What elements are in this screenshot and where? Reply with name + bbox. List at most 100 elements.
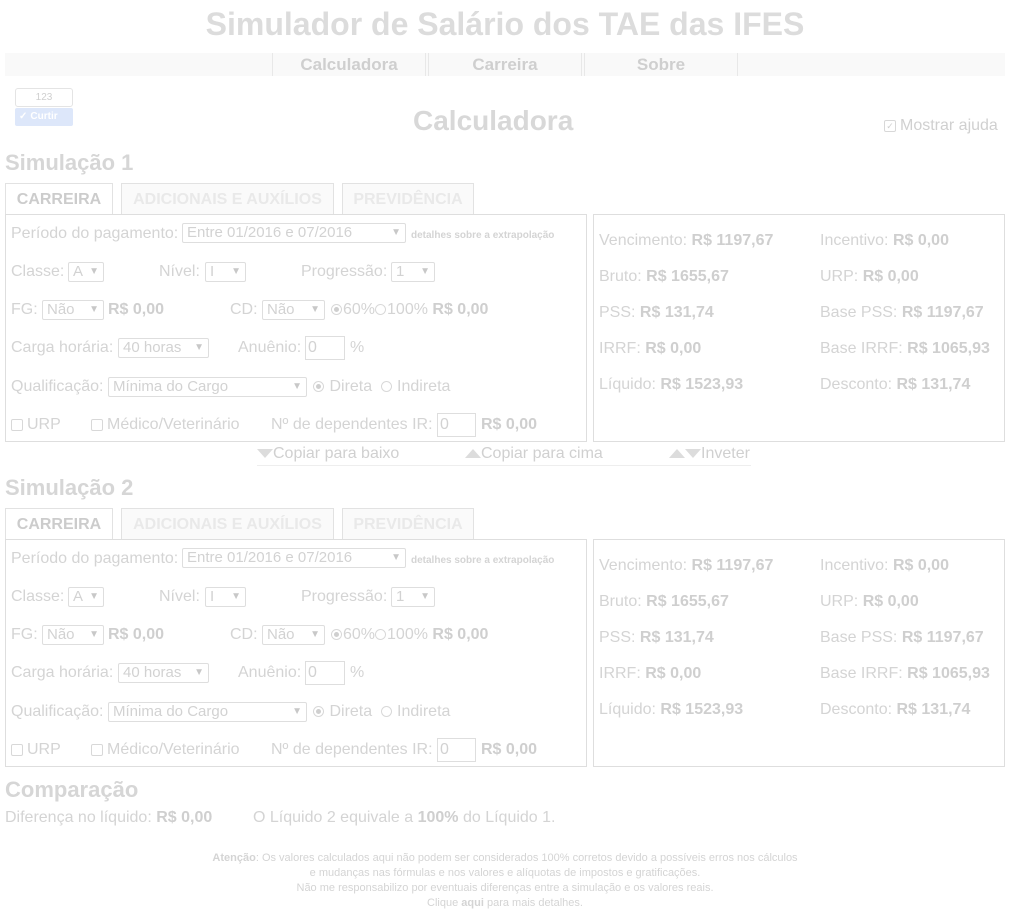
base-irrf-value: R$ 1065,93 xyxy=(907,665,990,682)
fg-select[interactable]: Não ▼ xyxy=(42,625,104,645)
copy-down-button[interactable]: Copiar para baixo xyxy=(257,443,399,465)
direta-radio[interactable] xyxy=(313,706,324,718)
periodo-value: Entre 01/2016 e 07/2016 xyxy=(187,549,353,566)
classe-select[interactable]: A ▼ xyxy=(68,587,104,607)
carga-select[interactable]: 40 horas ▼ xyxy=(118,338,209,358)
liquido-value: R$ 1523,93 xyxy=(660,701,744,718)
copy-bar: Copiar para baixo Copiar para cima Invet… xyxy=(257,443,751,466)
copy-up-button[interactable]: Copiar para cima xyxy=(465,443,603,465)
anuenio-input[interactable]: 0 xyxy=(305,336,345,360)
help-toggle-label: Mostrar ajuda xyxy=(900,117,998,134)
cd-60-radio[interactable] xyxy=(331,304,342,316)
nivel-select[interactable]: I ▼ xyxy=(205,587,246,607)
invert-button[interactable]: Inveter xyxy=(669,443,750,465)
cd-60-label: 60% xyxy=(343,626,376,643)
dependentes-input[interactable]: 0 xyxy=(437,413,476,437)
bruto-value: R$ 1655,67 xyxy=(646,268,729,285)
fg-label: FG: xyxy=(11,301,38,318)
incentivo-label: Incentivo: xyxy=(820,232,889,249)
progressao-label: Progressão: xyxy=(301,588,388,605)
diff-label: Diferença no líquido: xyxy=(5,809,152,826)
urp-result-value: R$ 0,00 xyxy=(862,268,919,285)
carga-select[interactable]: 40 horas ▼ xyxy=(118,663,209,683)
cd-100-radio[interactable] xyxy=(375,629,387,641)
dependentes-input[interactable]: 0 xyxy=(437,738,476,762)
tab-adicionais[interactable]: ADICIONAIS E AUXÍLIOS xyxy=(121,183,334,214)
periodo-select[interactable]: Entre 01/2016 e 07/2016 ▼ xyxy=(182,548,406,568)
chevron-down-icon: ▼ xyxy=(231,266,241,277)
help-checkbox[interactable]: ✓ xyxy=(884,119,896,132)
fg-select[interactable]: Não ▼ xyxy=(42,300,104,320)
anuenio-unit: % xyxy=(350,664,365,681)
incentivo-value: R$ 0,00 xyxy=(892,557,949,574)
dependentes-amount: R$ 0,00 xyxy=(481,741,538,758)
progressao-value: 1 xyxy=(396,263,405,280)
direta-label: Direta xyxy=(329,703,373,720)
anuenio-input[interactable]: 0 xyxy=(305,661,345,685)
classe-select[interactable]: A ▼ xyxy=(68,262,104,282)
like-button[interactable]: ✓ Curtir xyxy=(15,108,73,126)
incentivo-label: Incentivo: xyxy=(820,557,889,574)
chevron-down-icon: ▼ xyxy=(89,304,99,315)
comparison-diff: Diferença no líquido: R$ 0,00 xyxy=(5,809,212,827)
pss-value: R$ 131,74 xyxy=(639,304,714,321)
medico-checkbox[interactable] xyxy=(91,743,103,756)
carga-label: Carga horária: xyxy=(11,339,114,356)
vencimento-value: R$ 1197,67 xyxy=(691,232,774,249)
pss-label: PSS: xyxy=(599,629,636,646)
cd-60-radio[interactable] xyxy=(331,629,342,641)
fg-amount: R$ 0,00 xyxy=(108,626,165,643)
extrapolacao-link[interactable]: detalhes sobre a extrapolação xyxy=(411,549,554,573)
medico-checkbox[interactable] xyxy=(91,418,103,431)
cd-select[interactable]: Não ▼ xyxy=(262,625,325,645)
simulation-1-form: Período do pagamento: Entre 01/2016 e 07… xyxy=(5,214,587,442)
urp-label: URP xyxy=(27,741,61,758)
nivel-select[interactable]: I ▼ xyxy=(205,262,246,282)
chevron-down-icon: ▼ xyxy=(310,629,320,640)
progressao-select[interactable]: 1 ▼ xyxy=(391,587,435,607)
urp-checkbox[interactable] xyxy=(11,418,23,431)
classe-label: Classe: xyxy=(11,263,65,280)
periodo-label: Período do pagamento: xyxy=(11,550,179,567)
periodo-select[interactable]: Entre 01/2016 e 07/2016 ▼ xyxy=(182,223,406,243)
tab-previdencia[interactable]: PREVIDÊNCIA xyxy=(342,183,474,214)
medico-label: Médico/Veterinário xyxy=(107,741,240,758)
urp-result-value: R$ 0,00 xyxy=(862,593,919,610)
details-link[interactable]: aqui xyxy=(461,897,484,909)
tab-carreira[interactable]: CARREIRA xyxy=(5,508,113,540)
main-nav: Calculadora Carreira Sobre xyxy=(5,53,1005,76)
qualificacao-select[interactable]: Mínima do Cargo ▼ xyxy=(108,702,307,722)
tab-carreira[interactable]: CARREIRA xyxy=(5,183,113,215)
carga-label: Carga horária: xyxy=(11,664,114,681)
pss-value: R$ 131,74 xyxy=(639,629,714,646)
progressao-value: 1 xyxy=(396,588,405,605)
progressao-select[interactable]: 1 ▼ xyxy=(391,262,435,282)
pss-label: PSS: xyxy=(599,304,636,321)
indireta-radio[interactable] xyxy=(380,381,392,393)
indireta-label: Indireta xyxy=(397,703,451,720)
cd-value: Não xyxy=(267,301,295,318)
nav-sobre[interactable]: Sobre xyxy=(584,53,738,76)
direta-radio[interactable] xyxy=(313,381,324,393)
qualificacao-select[interactable]: Mínima do Cargo ▼ xyxy=(108,377,307,397)
simulation-1-results: Vencimento: R$ 1197,67 Incentivo: R$ 0,0… xyxy=(593,214,1005,442)
nav-calculadora[interactable]: Calculadora xyxy=(272,53,426,76)
indireta-radio[interactable] xyxy=(380,706,392,718)
cd-select[interactable]: Não ▼ xyxy=(262,300,325,320)
like-count: 123 xyxy=(15,88,73,107)
comparison-title: Comparação xyxy=(5,777,139,802)
tab-previdencia[interactable]: PREVIDÊNCIA xyxy=(342,508,474,539)
chevron-down-icon: ▼ xyxy=(420,266,430,277)
desconto-value: R$ 131,74 xyxy=(896,701,971,718)
urp-checkbox[interactable] xyxy=(11,743,23,756)
extrapolacao-link[interactable]: detalhes sobre a extrapolação xyxy=(411,224,554,248)
attention-label: Atenção xyxy=(212,852,256,864)
tab-adicionais[interactable]: ADICIONAIS E AUXÍLIOS xyxy=(121,508,334,539)
fg-label: FG: xyxy=(11,626,38,643)
equiv-value: 100% xyxy=(417,809,459,826)
help-toggle[interactable]: ✓ Mostrar ajuda xyxy=(884,117,998,135)
nav-carreira[interactable]: Carreira xyxy=(428,53,582,76)
cd-100-radio[interactable] xyxy=(375,304,387,316)
dependentes-amount: R$ 0,00 xyxy=(481,416,538,433)
base-irrf-value: R$ 1065,93 xyxy=(907,340,990,357)
